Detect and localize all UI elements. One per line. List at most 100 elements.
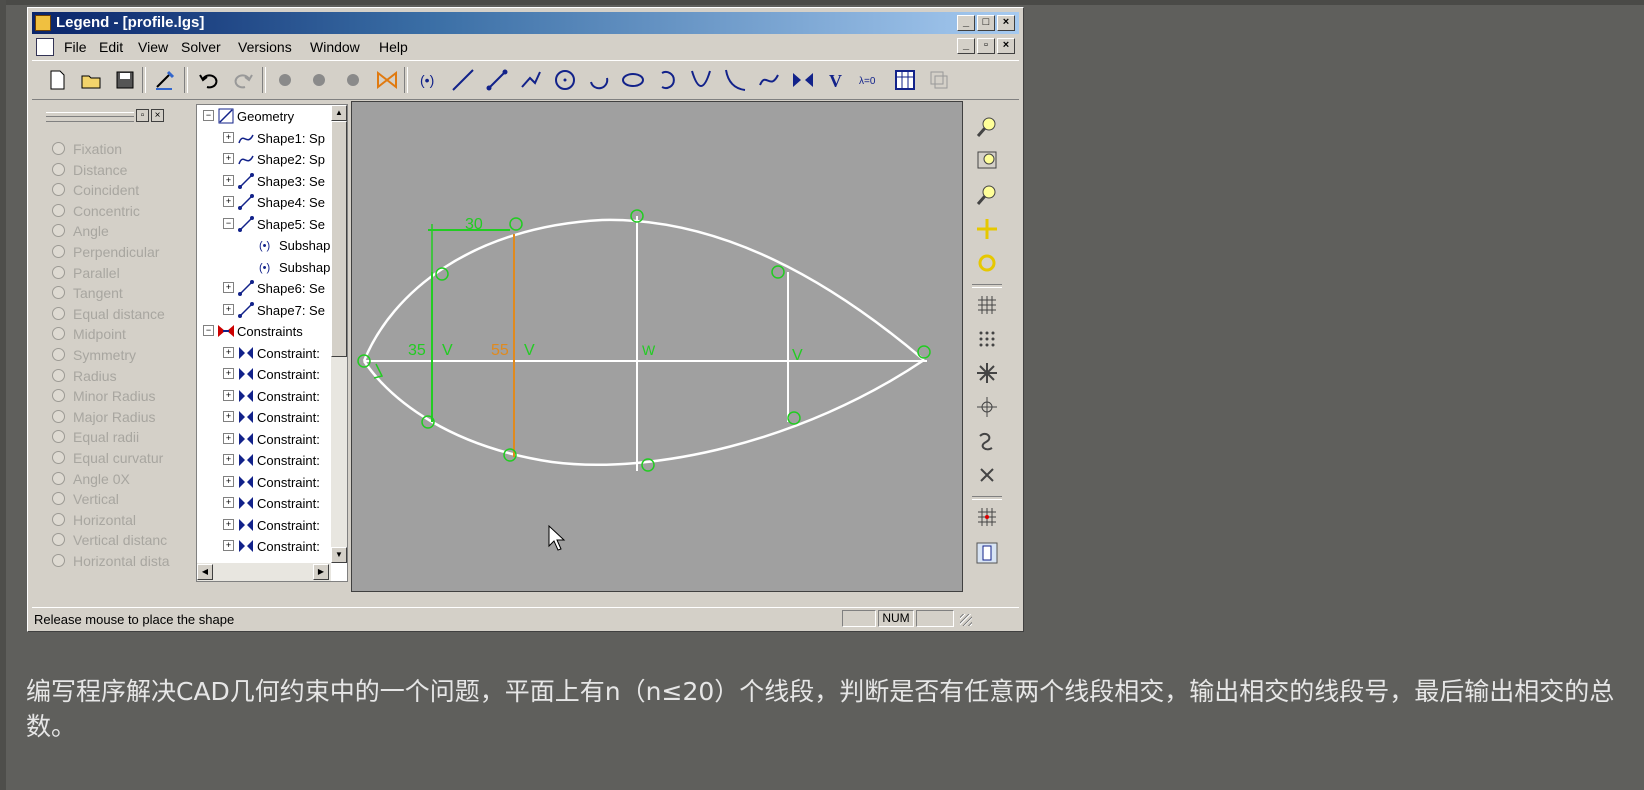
dots-icon[interactable]	[974, 326, 1000, 352]
collapse-icon[interactable]: −	[203, 110, 214, 121]
constraint-option[interactable]: Perpendicular	[52, 244, 159, 260]
radio-icon[interactable]	[52, 389, 65, 403]
constraint-option[interactable]: Minor Radius	[52, 388, 155, 404]
radio-icon[interactable]	[52, 430, 65, 444]
ellipse-icon[interactable]	[620, 67, 646, 93]
scroll-thumb[interactable]	[331, 121, 347, 357]
expand-icon[interactable]: +	[223, 518, 234, 530]
constraint-option[interactable]: Fixation	[52, 141, 122, 157]
zoom-icon[interactable]	[974, 114, 1000, 140]
constraint-option[interactable]: Horizontal	[52, 512, 136, 528]
point-icon[interactable]	[272, 67, 298, 93]
constraint-option[interactable]: Concentric	[52, 203, 140, 219]
panel-close-button[interactable]: ×	[151, 109, 164, 122]
menu-versions[interactable]: Versions	[238, 39, 292, 55]
constraint-option[interactable]: Distance	[52, 162, 127, 178]
arc-icon[interactable]	[586, 67, 612, 93]
doc-restore-button[interactable]: ▫	[977, 38, 995, 54]
zoom-window-icon[interactable]	[974, 148, 1000, 174]
circle-icon[interactable]	[552, 67, 578, 93]
constraint-option[interactable]: Horizontal dista	[52, 553, 170, 569]
point-marker[interactable]	[509, 217, 523, 231]
fit-icon[interactable]	[974, 250, 1000, 276]
scroll-left-button[interactable]: ◀	[197, 564, 213, 580]
radio-icon[interactable]	[52, 142, 65, 155]
expand-icon[interactable]: +	[223, 368, 234, 379]
expand-icon[interactable]: +	[223, 346, 234, 358]
radio-icon[interactable]	[52, 245, 65, 258]
constraint-option[interactable]: Equal curvatur	[52, 450, 163, 466]
expand-icon[interactable]: +	[223, 153, 234, 164]
minimize-button[interactable]: _	[957, 15, 975, 31]
open-folder-icon[interactable]	[78, 67, 104, 93]
radio-icon[interactable]	[52, 286, 65, 300]
segment-icon[interactable]	[484, 67, 510, 93]
new-file-icon[interactable]	[44, 67, 70, 93]
scroll-right-button[interactable]: ▶	[313, 564, 329, 580]
bowtie-icon[interactable]	[374, 67, 400, 93]
constraint-option[interactable]: Midpoint	[52, 326, 126, 342]
radio-icon[interactable]	[52, 533, 65, 547]
radio-icon[interactable]	[52, 224, 65, 238]
radio-icon[interactable]	[52, 183, 65, 197]
radio-icon[interactable]	[52, 451, 65, 464]
expand-icon[interactable]: +	[223, 432, 234, 444]
undo-icon[interactable]	[196, 67, 222, 93]
doc-minimize-button[interactable]: _	[957, 38, 975, 54]
polyline-icon[interactable]	[518, 67, 544, 93]
radio-icon[interactable]	[52, 409, 65, 423]
menu-file[interactable]: File	[64, 39, 87, 55]
radio-icon[interactable]	[52, 203, 65, 217]
radio-icon[interactable]	[52, 471, 65, 485]
pan-icon[interactable]	[974, 216, 1000, 242]
menu-window[interactable]: Window	[310, 39, 360, 55]
point-icon[interactable]	[306, 67, 332, 93]
snap-icon[interactable]	[974, 360, 1000, 386]
maximize-button[interactable]: □	[977, 15, 995, 31]
document-icon[interactable]	[36, 38, 54, 56]
point-marker[interactable]	[917, 345, 931, 359]
expand-icon[interactable]: +	[223, 282, 234, 293]
line-icon[interactable]	[450, 67, 476, 93]
expand-icon[interactable]: +	[223, 454, 234, 465]
radio-icon[interactable]	[52, 162, 65, 176]
subshape-icon[interactable]: (•)	[416, 67, 442, 93]
constraint-option[interactable]: Radius	[52, 368, 117, 384]
point-icon[interactable]	[340, 67, 366, 93]
close-button[interactable]: ×	[997, 15, 1015, 31]
constraint-option[interactable]: Equal radii	[52, 429, 139, 445]
copy-icon[interactable]	[926, 67, 952, 93]
radio-icon[interactable]	[52, 512, 65, 526]
expand-icon[interactable]: +	[223, 174, 234, 186]
spline-icon[interactable]	[756, 67, 782, 93]
expand-icon[interactable]: +	[223, 303, 234, 315]
scroll-down-button[interactable]: ▼	[331, 547, 347, 563]
radio-icon[interactable]	[52, 348, 65, 361]
radio-icon[interactable]	[52, 265, 65, 279]
point-marker[interactable]	[787, 411, 801, 425]
radio-icon[interactable]	[52, 492, 65, 506]
expand-icon[interactable]: +	[223, 131, 234, 143]
profile-lower-curve[interactable]	[362, 358, 925, 466]
doc-close-button[interactable]: ×	[997, 38, 1015, 54]
constraint-option[interactable]: Symmetry	[52, 347, 136, 363]
expand-icon[interactable]: +	[223, 497, 234, 508]
point-marker[interactable]	[771, 265, 785, 279]
collapse-icon[interactable]: −	[203, 325, 214, 336]
constraint-option[interactable]: Angle	[52, 223, 109, 239]
redo-icon[interactable]	[230, 67, 256, 93]
resize-grip-icon[interactable]	[960, 614, 972, 626]
hyperbola-icon[interactable]	[722, 67, 748, 93]
menu-view[interactable]: View	[138, 39, 168, 55]
v-icon[interactable]: V	[824, 67, 850, 93]
radio-icon[interactable]	[52, 306, 65, 320]
panel-dock-button[interactable]: ▫	[136, 109, 149, 122]
save-icon[interactable]	[112, 67, 138, 93]
snap-point-icon[interactable]	[974, 462, 1000, 488]
radio-icon[interactable]	[52, 554, 65, 567]
constraint-option[interactable]: Angle 0X	[52, 471, 130, 487]
radio-icon[interactable]	[52, 368, 65, 382]
drawing-canvas[interactable]: 30 35 V 55 V W V	[351, 101, 963, 592]
profile-upper-curve[interactable]	[362, 218, 925, 362]
snap-curve-icon[interactable]	[974, 428, 1000, 454]
